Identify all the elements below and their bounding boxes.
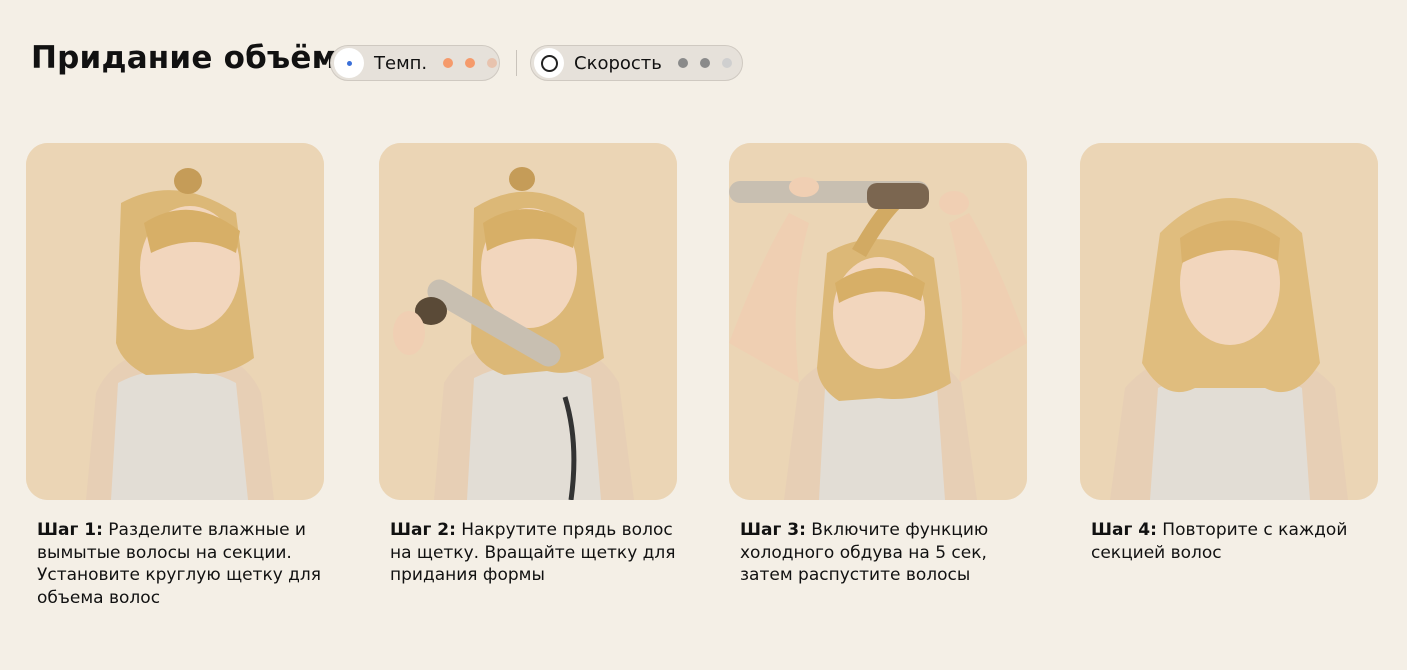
temperature-label: Темп. <box>374 52 428 74</box>
speed-level-1 <box>677 58 688 68</box>
speed-ring-icon <box>540 54 558 72</box>
step-2-photo <box>379 143 677 500</box>
speed-control[interactable]: Скорость <box>530 45 743 81</box>
step-1-label: Шаг 1: <box>37 520 103 540</box>
step-3-photo <box>729 143 1027 500</box>
speed-knob[interactable] <box>534 48 564 78</box>
step-1-text: Шаг 1: Разделите влажные и вымытые волос… <box>37 519 337 609</box>
woman-arms-up-photo <box>729 143 1027 500</box>
step-2-text: Шаг 2: Накрутите прядь волос на щетку. В… <box>390 519 690 587</box>
step-2-label: Шаг 2: <box>390 520 456 540</box>
step-3-text: Шаг 3: Включите функцию холодного обдува… <box>740 519 1040 587</box>
speed-level-3 <box>721 58 732 68</box>
speed-level-dots <box>666 58 732 68</box>
step-4-photo <box>1080 143 1378 500</box>
temperature-level-1 <box>443 58 454 68</box>
temperature-level-3 <box>487 58 498 68</box>
step-4-label: Шаг 4: <box>1091 520 1157 540</box>
step-3-label: Шаг 3: <box>740 520 806 540</box>
temperature-knob[interactable] <box>334 48 364 78</box>
controls-divider <box>516 50 517 76</box>
temperature-indicator-dot <box>346 60 352 66</box>
step-4-text: Шаг 4: Повторите с каждой секцией волос <box>1091 519 1391 564</box>
page-title: Придание объёма <box>31 40 359 76</box>
speed-label: Скорость <box>574 52 662 74</box>
woman-brush-photo <box>379 143 677 500</box>
woman-profile-photo <box>26 143 324 500</box>
woman-final-result-photo <box>1080 143 1378 500</box>
step-1-photo <box>26 143 324 500</box>
temperature-level-2 <box>465 58 476 68</box>
temperature-level-dots <box>431 58 498 68</box>
speed-level-2 <box>699 58 710 68</box>
temperature-control[interactable]: Темп. <box>330 45 500 81</box>
